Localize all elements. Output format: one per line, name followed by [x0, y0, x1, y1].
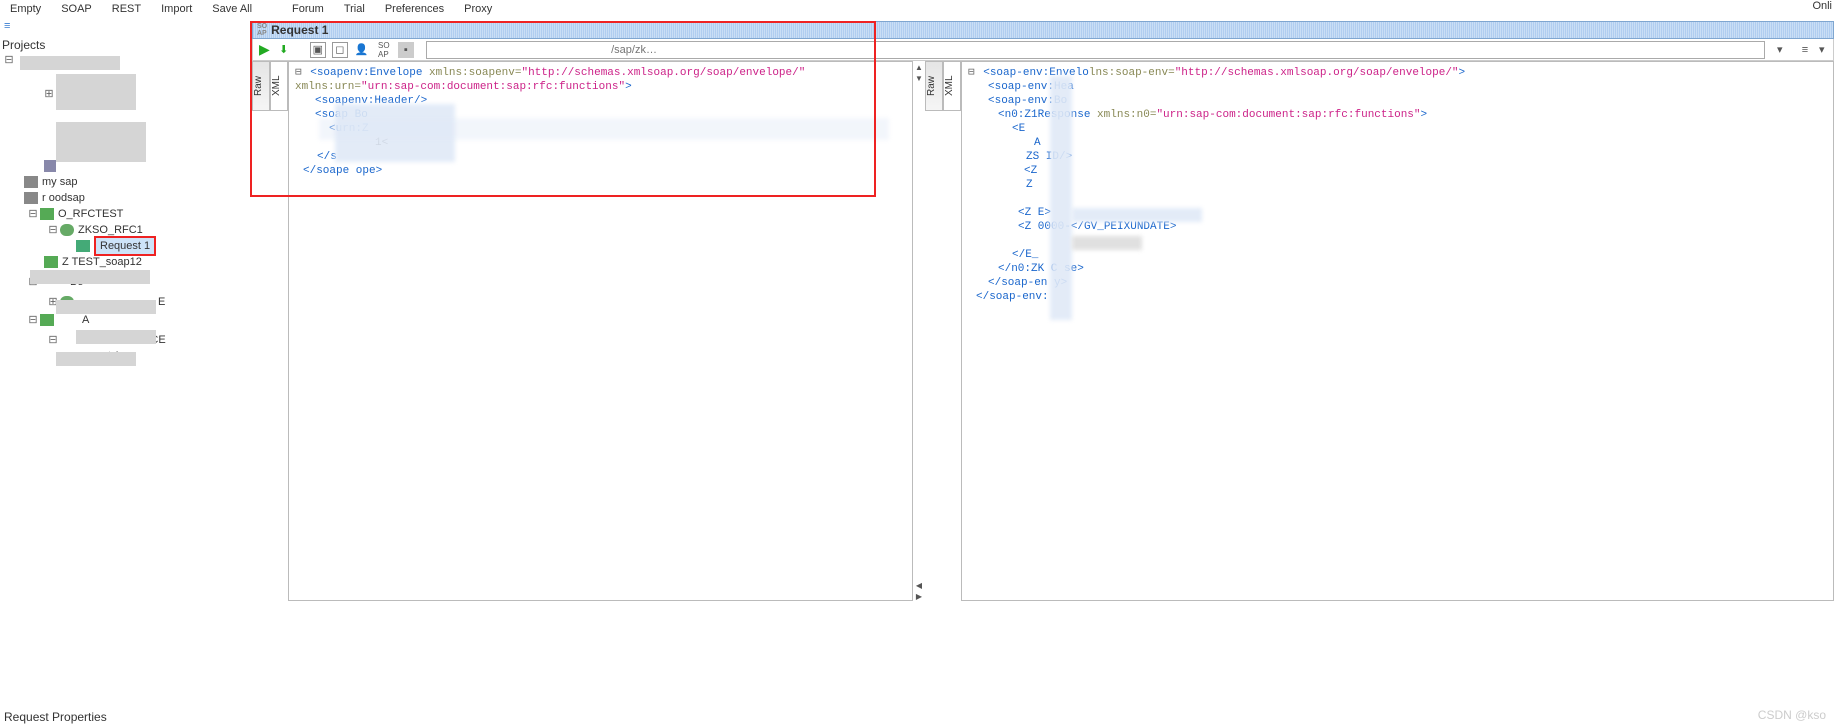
menu-import[interactable]: Import	[151, 3, 202, 15]
expand-icon[interactable]: ⊟	[48, 222, 58, 238]
interface-icon	[40, 314, 54, 326]
menubar: Empty SOAP REST Import Save All Forum Tr…	[0, 0, 1834, 18]
menu-trial[interactable]: Trial	[334, 3, 375, 15]
soap-badge-icon: SO AP	[257, 23, 267, 37]
menu-soap[interactable]: SOAP	[51, 3, 102, 15]
scroll-left-icon[interactable]: ◀	[916, 581, 922, 590]
tree-mysap[interactable]: my sap	[42, 174, 77, 190]
menu-forum[interactable]: Forum	[282, 3, 334, 15]
watermark: CSDN @kso	[1758, 708, 1826, 722]
tree-request1-selected[interactable]: Request 1	[94, 236, 156, 256]
projects-header: Projects	[2, 38, 45, 52]
expand-icon[interactable]: ⊞	[44, 86, 54, 102]
sidebar-toolbar-icon[interactable]: ≡	[4, 20, 10, 32]
request-toolbar: ▶ ⬇ ▣ ◻ 👤 SOAP ▪ ▾ ≡ ▾	[252, 39, 1834, 61]
scroll-down-icon[interactable]: ▼	[915, 74, 923, 83]
tool-btn-2[interactable]: ◻	[332, 42, 348, 58]
request-titlebar[interactable]: SO AP Request 1	[252, 21, 1834, 39]
menu-rest[interactable]: REST	[102, 3, 151, 15]
url-dropdown-icon[interactable]: ▾	[1777, 43, 1791, 56]
raw-tab-left[interactable]: Raw	[252, 61, 270, 111]
endpoint-url-field[interactable]	[426, 41, 1765, 59]
scroll-right-icon[interactable]: ▶	[916, 592, 922, 601]
run-button[interactable]: ▶	[259, 41, 270, 58]
tool-dropdown-icon[interactable]: ▾	[1819, 43, 1833, 56]
folder-icon	[24, 192, 38, 204]
menu-proxy[interactable]: Proxy	[454, 3, 502, 15]
request-properties-label[interactable]: Request Properties	[4, 710, 107, 724]
request-title: Request 1	[271, 23, 328, 37]
tree-a[interactable]: A	[58, 312, 89, 328]
response-xml-pane[interactable]: ⊟ <soap-env:Envelolns:soap-env="http://s…	[961, 61, 1834, 601]
xml-tab-right[interactable]: XML	[943, 61, 961, 111]
fold-icon[interactable]: ⊟	[968, 67, 975, 79]
tree-testsoap12[interactable]: Z TEST_soap12	[62, 254, 142, 270]
auth-button[interactable]: 👤	[354, 42, 370, 58]
expand-icon[interactable]: ⊟	[28, 312, 38, 328]
project-tree: ⊟ ⊞TION my sap r oodsap ⊟O_RFCTEST ⊟ZKSO…	[0, 52, 250, 612]
fold-icon[interactable]: ⊟	[295, 67, 302, 79]
expand-icon[interactable]: ⊟	[28, 206, 38, 222]
expand-icon[interactable]: ⊟	[48, 332, 58, 348]
scroll-up-icon[interactable]: ▲	[915, 63, 923, 72]
menu-online[interactable]: Onli	[1812, 0, 1832, 12]
menu-empty[interactable]: Empty	[0, 3, 51, 15]
interface-icon	[40, 208, 54, 220]
tree-rfctest[interactable]: O_RFCTEST	[58, 206, 123, 222]
folder-icon	[24, 176, 38, 188]
menu-preferences[interactable]: Preferences	[375, 3, 454, 15]
tool-btn-4[interactable]: ▪	[398, 42, 414, 58]
request-xml-pane[interactable]: ⊟ <soapenv:Envelope xmlns:soapenv="http:…	[288, 61, 913, 601]
tool-btn-5[interactable]: ≡	[1797, 42, 1813, 58]
pane-splitter[interactable]: ▲ ▼ ◀ ▶	[913, 61, 925, 601]
expand-icon[interactable]: ⊟	[4, 52, 14, 68]
operation-icon	[60, 224, 74, 236]
xml-tab-left[interactable]: XML	[270, 61, 288, 111]
raw-tab-right[interactable]: Raw	[925, 61, 943, 111]
tool-btn-3[interactable]: SOAP	[376, 42, 392, 58]
tool-btn-1[interactable]: ▣	[310, 42, 326, 58]
interface-icon	[44, 256, 58, 268]
request-icon	[76, 240, 90, 252]
menu-saveall[interactable]: Save All	[202, 3, 262, 15]
add-button[interactable]: ⬇	[276, 42, 292, 58]
tree-oodsap[interactable]: r oodsap	[42, 190, 85, 206]
request-editor: SO AP Request 1 ▶ ⬇ ▣ ◻ 👤 SOAP ▪ ▾ ≡ ▾ R…	[252, 21, 1834, 601]
